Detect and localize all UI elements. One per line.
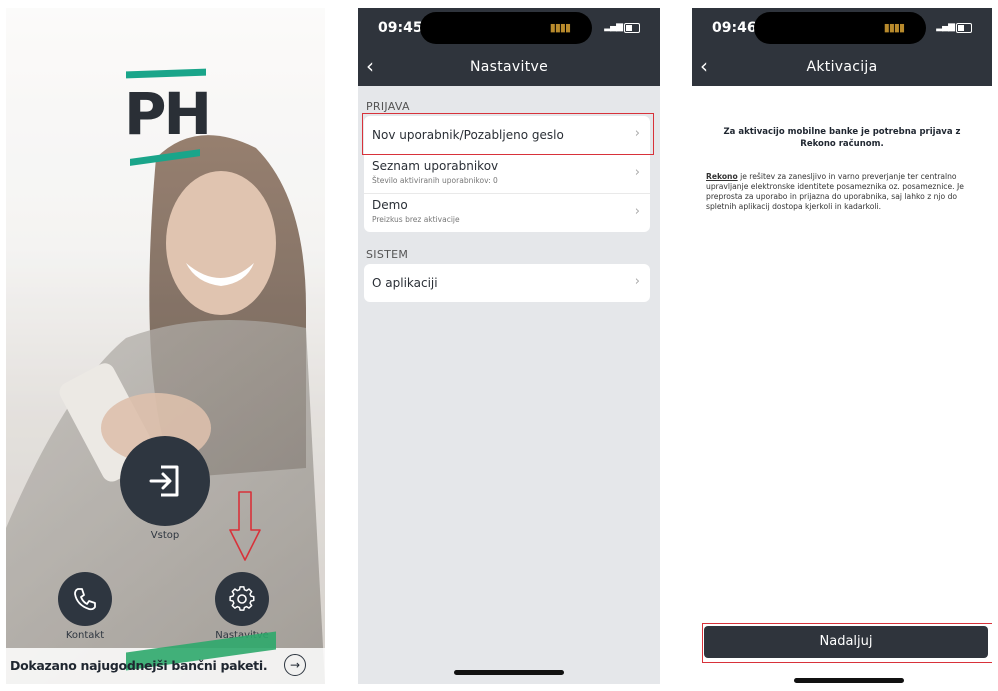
home-indicator[interactable] — [454, 670, 564, 675]
settings-item-user-list[interactable]: Seznam uporabnikov Število aktiviranih u… — [364, 155, 650, 194]
status-bar: 09:46 ▮▮▮▮ ▂▄▆ — [692, 8, 992, 48]
settings-item-label: O aplikaciji — [372, 276, 438, 290]
battery-icon — [624, 23, 640, 33]
settings-item-label: Seznam uporabnikov — [372, 159, 499, 173]
status-time: 09:46 — [712, 20, 757, 36]
page-title: Nastavitve — [470, 59, 548, 75]
dynamic-island: ▮▮▮▮ — [420, 12, 592, 44]
audio-wave-icon: ▮▮▮▮ — [883, 21, 905, 34]
promo-banner[interactable]: Dokazano najugodnejši bančni paketi. → — [6, 631, 325, 684]
chevron-right-icon: › — [634, 204, 640, 219]
highlight-annotation — [362, 113, 654, 155]
chevron-right-icon: › — [634, 165, 640, 180]
ph-logo: PH — [124, 68, 214, 180]
status-time: 09:45 — [378, 20, 423, 36]
gear-icon — [229, 586, 255, 611]
phone-icon — [74, 588, 96, 611]
settings-item-subtitle: Število aktiviranih uporabnikov: 0 — [372, 176, 498, 185]
login-label: Vstop — [150, 530, 180, 541]
activation-content: Za aktivacijo mobilne banke je potrebna … — [692, 86, 992, 684]
settings-item-label: Demo — [372, 198, 408, 212]
system-settings-card: O aplikaciji › — [364, 264, 650, 302]
settings-item-subtitle: Preizkus brez aktivacije — [372, 215, 460, 224]
contact-label: Kontakt — [65, 630, 105, 641]
battery-icon — [956, 23, 972, 33]
login-button[interactable] — [120, 436, 210, 526]
highlight-annotation — [702, 623, 992, 663]
home-indicator[interactable] — [794, 678, 904, 683]
section-header-system: SISTEM — [366, 248, 409, 261]
promo-text: Dokazano najugodnejši bančni paketi. — [10, 658, 268, 673]
arrow-right-icon[interactable]: → — [284, 654, 306, 676]
signal-icon: ▂▄▆ — [604, 22, 623, 32]
activation-description: Rekono je rešitev za zanesljivo in varno… — [706, 172, 978, 212]
dynamic-island: ▮▮▮▮ — [754, 12, 926, 44]
activation-screen: 09:46 ▮▮▮▮ ▂▄▆ ‹ Aktivacija Za aktivacij… — [692, 8, 992, 684]
page-title: Aktivacija — [806, 59, 878, 75]
nav-bar: ‹ Aktivacija — [692, 48, 992, 86]
section-header-login: PRIJAVA — [366, 100, 410, 113]
logo-text: PH — [124, 80, 212, 148]
down-arrow-annotation-icon — [229, 491, 261, 561]
activation-body-text: je rešitev za zanesljivo in varno prever… — [706, 172, 964, 211]
rekono-link[interactable]: Rekono — [706, 172, 738, 181]
chevron-right-icon: › — [634, 274, 640, 289]
settings-item-demo[interactable]: Demo Preizkus brez aktivacije › — [364, 194, 650, 232]
signal-icon: ▂▄▆ — [936, 22, 955, 32]
settings-button[interactable] — [215, 572, 269, 626]
logo-bar-top — [126, 68, 206, 79]
audio-wave-icon: ▮▮▮▮ — [549, 21, 571, 34]
settings-screen: 09:45 ▮▮▮▮ ▂▄▆ ‹ Nastavitve PRIJAVA Nov … — [358, 8, 660, 684]
nav-bar: ‹ Nastavitve — [358, 48, 660, 86]
activation-heading: Za aktivacijo mobilne banke je potrebna … — [723, 127, 961, 149]
login-icon — [149, 465, 179, 497]
splash-screen: PH Vstop Kontakt Nastavitve Dokazano naj… — [6, 8, 325, 684]
status-bar: 09:45 ▮▮▮▮ ▂▄▆ — [358, 8, 660, 48]
settings-item-about[interactable]: O aplikaciji › — [364, 264, 650, 302]
contact-button[interactable] — [58, 572, 112, 626]
logo-bar-bottom — [130, 149, 200, 166]
